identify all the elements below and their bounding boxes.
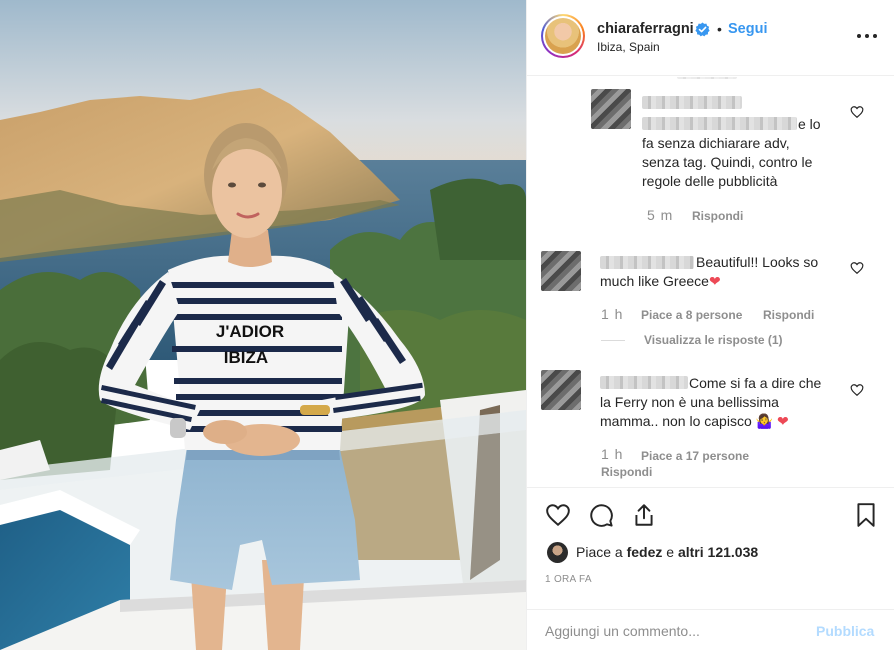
other-likers-link[interactable]: altri 121.038 xyxy=(678,544,758,560)
more-options-icon[interactable] xyxy=(857,30,877,40)
comment-text-line: fa senza dichiarare adv, xyxy=(642,135,790,151)
header-separator: • xyxy=(717,21,722,37)
comment-likes-count[interactable]: Piace a 17 persone xyxy=(641,449,749,463)
avatar-image xyxy=(545,18,581,54)
likes-text: Piace a fedez e altri 121.038 xyxy=(576,544,758,560)
bookmark-icon[interactable] xyxy=(853,502,879,528)
comment-text-line: e lo xyxy=(798,116,821,132)
comment-input[interactable] xyxy=(545,620,805,642)
post-side-panel: chiaraferragni • Segui Ibiza, Spain e lo xyxy=(526,0,894,650)
shirt-text-line2: IBIZA xyxy=(224,348,268,367)
post-header: chiaraferragni • Segui Ibiza, Spain xyxy=(527,0,894,76)
comment-time[interactable]: 5 m xyxy=(647,207,673,223)
comment-time[interactable]: 1 h xyxy=(601,446,623,462)
comment-icon[interactable] xyxy=(588,502,614,528)
comment-text-line: regole delle pubblicità xyxy=(642,173,778,189)
liker-username-link[interactable]: fedez xyxy=(627,544,663,560)
view-replies-link[interactable]: Visualizza le risposte (1) xyxy=(644,333,783,347)
likes-prefix: Piace a xyxy=(576,544,623,560)
comment-text-part: much like Greece xyxy=(600,273,709,289)
share-icon[interactable] xyxy=(631,502,657,528)
comment-likes-count[interactable]: Piace a 8 persone xyxy=(641,308,742,322)
post-photo[interactable]: J'ADIOR IBIZA xyxy=(0,0,526,650)
commenter-avatar-redacted[interactable] xyxy=(541,370,581,410)
shrug-heart-emoji: 🤷‍♀️ ❤ xyxy=(755,413,789,429)
instagram-post: J'ADIOR IBIZA chiaraferragni • Segui Ibi… xyxy=(0,0,894,650)
heart-emoji: ❤ xyxy=(708,273,721,289)
redacted-username xyxy=(600,376,688,389)
heart-icon[interactable] xyxy=(545,502,571,528)
photo-scene: J'ADIOR IBIZA xyxy=(0,0,526,650)
reply-button[interactable]: Rispondi xyxy=(601,465,652,479)
avatar[interactable] xyxy=(541,14,585,58)
replies-divider xyxy=(601,340,625,341)
verified-badge-icon xyxy=(695,22,710,37)
commenter-avatar-redacted[interactable] xyxy=(591,89,631,129)
redacted-username xyxy=(642,96,742,109)
comment-text-line: mamma.. non lo capisco 🤷‍♀️ ❤ xyxy=(600,412,789,431)
post-timestamp[interactable]: 1 ORA FA xyxy=(545,574,592,585)
follow-button[interactable]: Segui xyxy=(728,21,767,37)
reply-button[interactable]: Rispondi xyxy=(692,209,743,223)
likes-middle: e xyxy=(666,544,675,560)
liker-avatar xyxy=(547,542,568,563)
location-link[interactable]: Ibiza, Spain xyxy=(597,40,660,54)
comment-text-part: mamma.. non lo capisco xyxy=(600,413,752,429)
comment-like-heart-icon[interactable] xyxy=(850,383,864,397)
comment-text-line: Come si fa a dire che xyxy=(689,375,822,391)
comment-text-line: senza tag. Quindi, contro le xyxy=(642,154,813,170)
post-actions: Piace a fedez e altri 121.038 1 ORA FA P… xyxy=(527,487,894,650)
commenter-avatar-redacted[interactable] xyxy=(541,251,581,291)
comment-text-line: Beautiful!! Looks so xyxy=(696,254,819,270)
reply-button[interactable]: Rispondi xyxy=(763,308,814,322)
comment-time[interactable]: 1 h xyxy=(601,306,623,322)
username-link[interactable]: chiaraferragni xyxy=(597,21,694,37)
comments-list[interactable]: e lo fa senza dichiarare adv, senza tag.… xyxy=(527,77,894,486)
comment-like-heart-icon[interactable] xyxy=(850,105,864,119)
shirt-text-line1: J'ADIOR xyxy=(216,322,284,341)
redacted-text xyxy=(677,77,737,79)
add-comment-bar: Pubblica xyxy=(527,609,894,650)
redacted-mention xyxy=(642,117,797,130)
redacted-username xyxy=(600,256,694,269)
comment-text-line: much like Greece❤ xyxy=(600,272,721,291)
publish-button[interactable]: Pubblica xyxy=(816,623,874,639)
comment-text-line: la Ferry non è una bellissima xyxy=(600,394,779,410)
comment-like-heart-icon[interactable] xyxy=(850,261,864,275)
